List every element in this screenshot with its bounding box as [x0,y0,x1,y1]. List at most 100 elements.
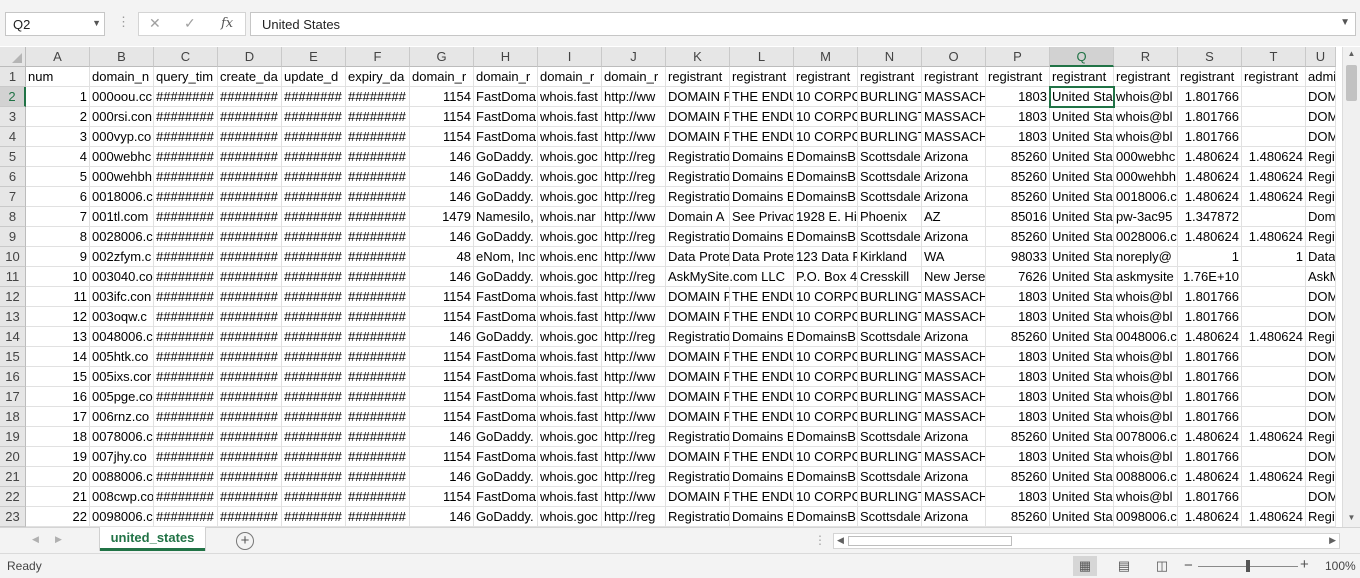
cell-i2[interactable]: whois.fast [538,87,602,107]
cell-f6[interactable]: ######## [346,167,410,187]
cell-e4[interactable]: ######## [282,127,346,147]
cell-e22[interactable]: ######## [282,487,346,507]
cell-q18[interactable]: United Sta [1050,407,1114,427]
cell-p17[interactable]: 1803 [986,387,1050,407]
cell-s21[interactable]: 1.480624 [1178,467,1242,487]
cell-t1[interactable]: registrant [1242,67,1306,87]
cell-p1[interactable]: registrant [986,67,1050,87]
cell-t6[interactable]: 1.480624 [1242,167,1306,187]
cell-r1[interactable]: registrant [1114,67,1178,87]
cell-i17[interactable]: whois.fast [538,387,602,407]
cell-k23[interactable]: Registratio [666,507,730,527]
cell-l17[interactable]: THE ENDU [730,387,794,407]
zoom-level[interactable]: 100% [1325,559,1356,573]
cell-j5[interactable]: http://reg [602,147,666,167]
cell-s3[interactable]: 1.801766 [1178,107,1242,127]
cell-p11[interactable]: 7626 [986,267,1050,287]
cell-j3[interactable]: http://ww [602,107,666,127]
column-header-e[interactable]: E [282,47,346,67]
cell-e12[interactable]: ######## [282,287,346,307]
cell-n16[interactable]: BURLINGT [858,367,922,387]
cell-p3[interactable]: 1803 [986,107,1050,127]
cell-n11[interactable]: Cresskill [858,267,922,287]
cell-k13[interactable]: DOMAIN P [666,307,730,327]
column-header-c[interactable]: C [154,47,218,67]
cell-a20[interactable]: 19 [26,447,90,467]
cell-m13[interactable]: 10 CORPO [794,307,858,327]
row-header-4[interactable]: 4 [0,127,26,147]
cell-s22[interactable]: 1.801766 [1178,487,1242,507]
cell-k2[interactable]: DOMAIN P [666,87,730,107]
cell-n2[interactable]: BURLINGT [858,87,922,107]
cell-b4[interactable]: 000vyp.co [90,127,154,147]
cell-c8[interactable]: ######## [154,207,218,227]
cell-e18[interactable]: ######## [282,407,346,427]
cell-f4[interactable]: ######## [346,127,410,147]
vertical-scrollbar[interactable]: ▲ ▼ [1342,47,1360,527]
cell-u16[interactable]: DOM [1306,367,1336,387]
cell-k9[interactable]: Registratio [666,227,730,247]
scroll-down-icon[interactable]: ▼ [1343,513,1360,522]
cell-i10[interactable]: whois.enc [538,247,602,267]
cell-o22[interactable]: MASSACH [922,487,986,507]
cell-j11[interactable]: http://reg [602,267,666,287]
cell-d18[interactable]: ######## [218,407,282,427]
name-box[interactable]: Q2 ▼ [5,12,105,36]
cell-d2[interactable]: ######## [218,87,282,107]
cell-f8[interactable]: ######## [346,207,410,227]
cell-u12[interactable]: DOM [1306,287,1336,307]
enter-icon[interactable]: ✓ [184,15,196,32]
cell-r14[interactable]: 0048006.c [1114,327,1178,347]
cell-h20[interactable]: FastDoma [474,447,538,467]
cell-b6[interactable]: 000wehbh [90,167,154,187]
cell-u18[interactable]: DOM [1306,407,1336,427]
cell-g22[interactable]: 1154 [410,487,474,507]
cell-f10[interactable]: ######## [346,247,410,267]
cell-n19[interactable]: Scottsdale [858,427,922,447]
cell-h22[interactable]: FastDoma [474,487,538,507]
cell-p20[interactable]: 1803 [986,447,1050,467]
cell-h18[interactable]: FastDoma [474,407,538,427]
cell-t2[interactable] [1242,87,1306,107]
row-header-23[interactable]: 23 [0,507,26,527]
cell-c6[interactable]: ######## [154,167,218,187]
cell-p9[interactable]: 85260 [986,227,1050,247]
cell-o17[interactable]: MASSACH [922,387,986,407]
cell-b7[interactable]: 0018006.c [90,187,154,207]
cell-c2[interactable]: ######## [154,87,218,107]
cell-n6[interactable]: Scottsdale [858,167,922,187]
cell-q19[interactable]: United Sta [1050,427,1114,447]
cell-p16[interactable]: 1803 [986,367,1050,387]
cell-r6[interactable]: 000wehbh [1114,167,1178,187]
column-header-s[interactable]: S [1178,47,1242,67]
cell-j17[interactable]: http://ww [602,387,666,407]
cell-i1[interactable]: domain_r [538,67,602,87]
cell-i6[interactable]: whois.goc [538,167,602,187]
cell-c5[interactable]: ######## [154,147,218,167]
cell-s16[interactable]: 1.801766 [1178,367,1242,387]
cell-j18[interactable]: http://ww [602,407,666,427]
cell-k8[interactable]: Domain A [666,207,730,227]
cell-d3[interactable]: ######## [218,107,282,127]
cell-e1[interactable]: update_d [282,67,346,87]
column-header-r[interactable]: R [1114,47,1178,67]
cell-t22[interactable] [1242,487,1306,507]
cell-n20[interactable]: BURLINGT [858,447,922,467]
cell-e14[interactable]: ######## [282,327,346,347]
column-header-p[interactable]: P [986,47,1050,67]
cell-b17[interactable]: 005pge.co [90,387,154,407]
cell-r22[interactable]: whois@bl [1114,487,1178,507]
cell-d5[interactable]: ######## [218,147,282,167]
column-header-a[interactable]: A [26,47,90,67]
cell-k1[interactable]: registrant [666,67,730,87]
cell-p10[interactable]: 98033 [986,247,1050,267]
cell-a18[interactable]: 17 [26,407,90,427]
cell-m23[interactable]: DomainsB [794,507,858,527]
cell-r13[interactable]: whois@bl [1114,307,1178,327]
cell-l23[interactable]: Domains B [730,507,794,527]
cell-e9[interactable]: ######## [282,227,346,247]
cell-q20[interactable]: United Sta [1050,447,1114,467]
cell-u20[interactable]: DOM [1306,447,1336,467]
cell-d4[interactable]: ######## [218,127,282,147]
column-header-u[interactable]: U [1306,47,1336,67]
